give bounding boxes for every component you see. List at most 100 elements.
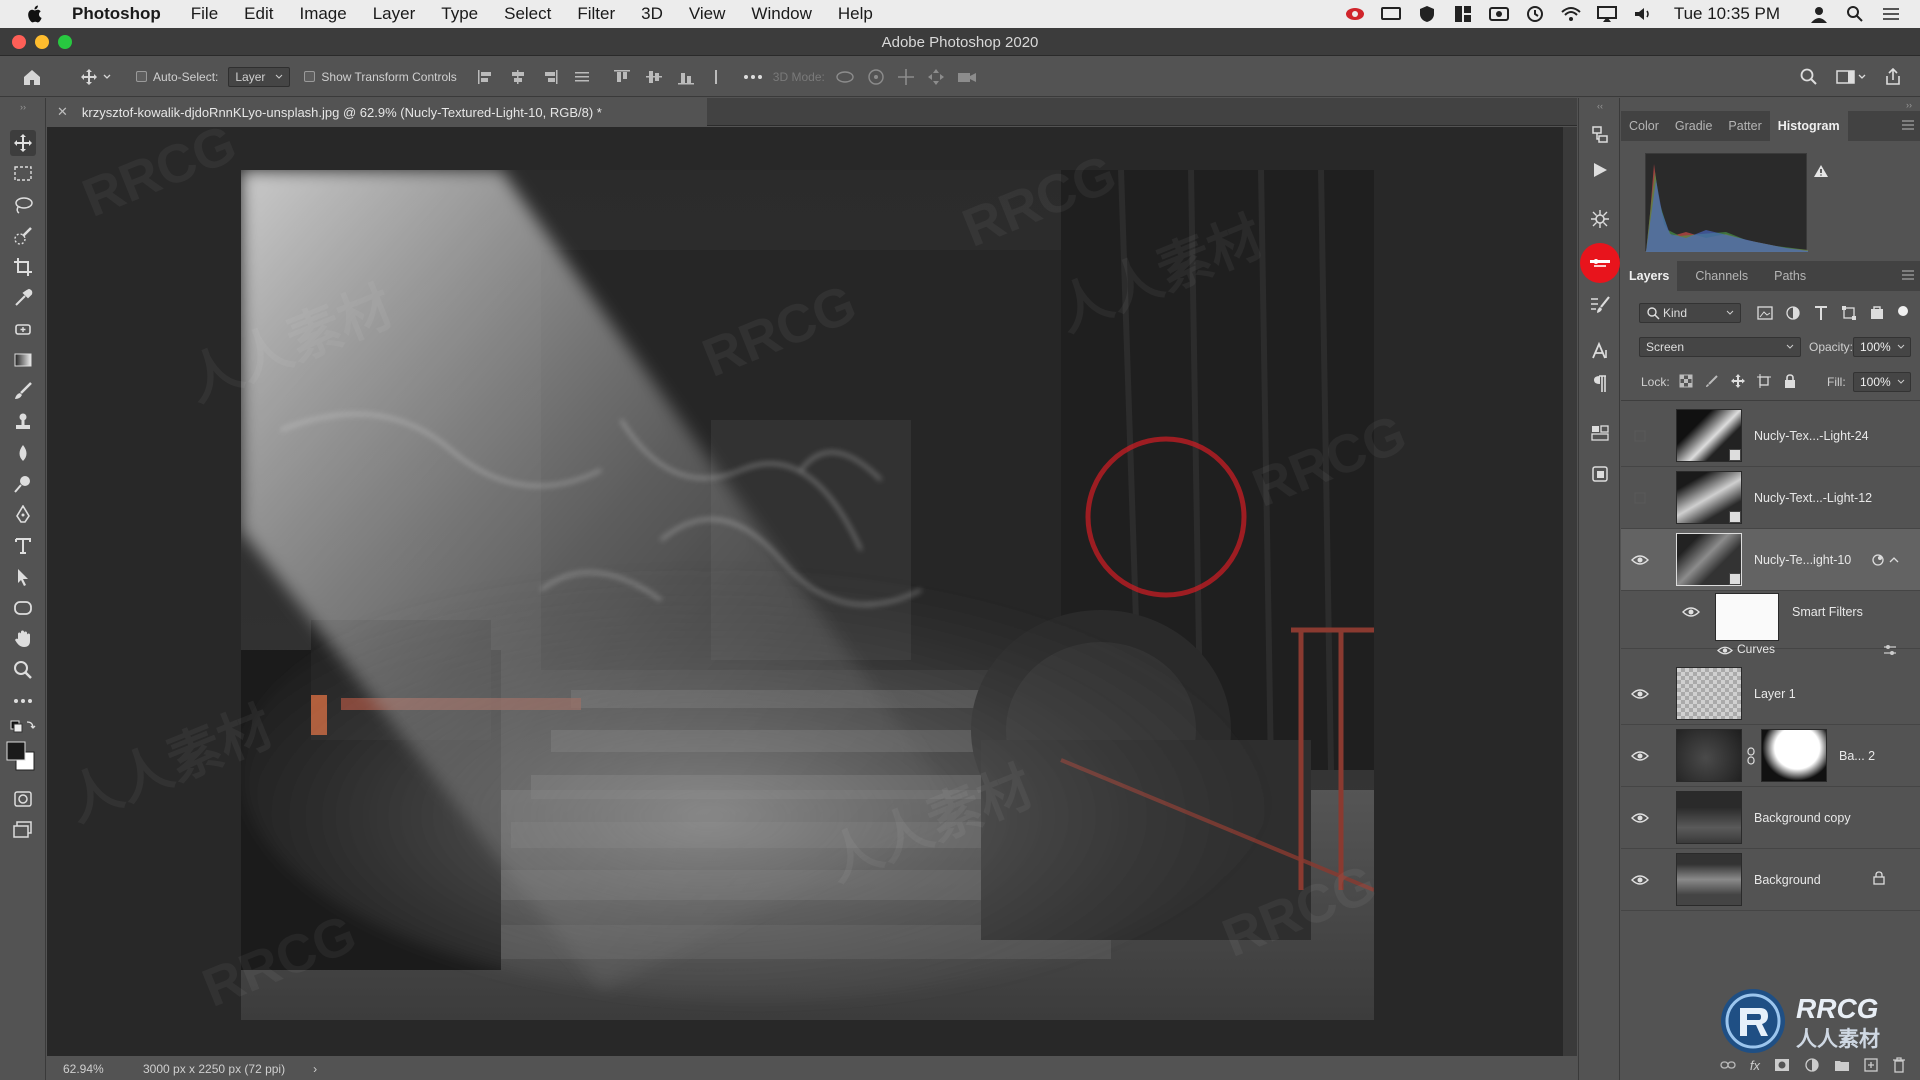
clone-stamp-tool-icon[interactable] xyxy=(10,409,36,435)
show-transform-checkbox[interactable]: Show Transform Controls xyxy=(304,70,457,84)
eye-icon[interactable] xyxy=(1631,749,1649,763)
panel-menu-icon[interactable] xyxy=(1902,120,1914,130)
grid-app-icon[interactable] xyxy=(1452,5,1474,23)
workspace-icon[interactable] xyxy=(1836,69,1866,85)
eye-icon[interactable] xyxy=(1631,553,1649,567)
tab-gradients[interactable]: Gradie xyxy=(1667,111,1721,141)
healing-brush-tool-icon[interactable] xyxy=(10,316,36,342)
status-menu-arrow-icon[interactable]: › xyxy=(313,1062,317,1076)
shield-icon[interactable] xyxy=(1416,5,1438,23)
layer-name[interactable]: Background xyxy=(1754,873,1821,887)
pen-tool-icon[interactable] xyxy=(10,502,36,528)
layer-filter-dropdown[interactable]: Kind xyxy=(1639,303,1741,323)
distribute-icon[interactable] xyxy=(573,69,591,85)
align-right-edges-icon[interactable] xyxy=(541,69,559,85)
chevron-down-icon[interactable] xyxy=(1897,344,1905,350)
dodge-tool-icon[interactable] xyxy=(10,471,36,497)
eye-icon[interactable] xyxy=(1631,687,1649,701)
paragraph-panel-icon[interactable] xyxy=(1587,371,1613,397)
auto-select-dropdown[interactable]: Layer xyxy=(228,66,291,87)
auto-select-checkbox[interactable]: Auto-Select: xyxy=(136,70,218,84)
collapse-toolbar-icon[interactable]: ›› xyxy=(10,102,36,112)
layer-row-selected[interactable]: Nucly-Te...ight-10 xyxy=(1621,529,1920,591)
menu-view[interactable]: View xyxy=(689,4,726,24)
panel-menu-icon[interactable] xyxy=(1902,270,1914,280)
layer-row[interactable]: Background xyxy=(1621,849,1920,911)
menu-layer[interactable]: Layer xyxy=(373,4,416,24)
3d-pan-icon[interactable] xyxy=(897,68,915,86)
fill-field[interactable]: 100% xyxy=(1853,372,1911,392)
eyedropper-tool-icon[interactable] xyxy=(10,285,36,311)
layer-row[interactable]: Background copy xyxy=(1621,787,1920,849)
lock-artboard-icon[interactable] xyxy=(1757,374,1771,388)
edit-toolbar-icon[interactable] xyxy=(10,688,36,714)
tab-color[interactable]: Color xyxy=(1621,111,1667,141)
tab-layers[interactable]: Layers xyxy=(1621,261,1678,291)
collapse-dock-icon[interactable]: ‹‹ xyxy=(1587,100,1613,112)
close-document-icon[interactable]: ✕ xyxy=(57,104,68,120)
distribute-vertical-icon[interactable] xyxy=(709,69,723,85)
adjustments-panel-icon[interactable] xyxy=(1580,243,1620,283)
chevron-down-icon[interactable] xyxy=(1897,379,1905,385)
zoom-tool-icon[interactable] xyxy=(10,657,36,683)
layer-visibility-toggle[interactable] xyxy=(1631,429,1649,443)
display-icon[interactable] xyxy=(1380,5,1402,23)
tab-channels[interactable]: Channels xyxy=(1687,261,1756,291)
share-icon[interactable] xyxy=(1884,67,1902,86)
notification-center-icon[interactable] xyxy=(1880,5,1902,23)
character-panel-icon[interactable] xyxy=(1587,338,1613,364)
move-tool-preset-icon[interactable] xyxy=(72,68,120,86)
tab-paths[interactable]: Paths xyxy=(1766,261,1814,291)
layer-row[interactable]: Nucly-Tex...-Light-24 xyxy=(1621,405,1920,467)
menu-window[interactable]: Window xyxy=(751,4,811,24)
layer-name[interactable]: Ba... 2 xyxy=(1839,749,1875,763)
smart-filter-icon[interactable] xyxy=(1871,553,1885,567)
3d-slide-icon[interactable] xyxy=(927,68,945,86)
menu-clock[interactable]: Tue 10:35 PM xyxy=(1674,4,1780,24)
layer-row[interactable]: Layer 1 xyxy=(1621,663,1920,725)
delete-layer-icon[interactable] xyxy=(1892,1057,1906,1073)
foreground-background-color-icon[interactable] xyxy=(6,740,36,772)
align-top-edges-icon[interactable] xyxy=(613,69,631,85)
new-adjustment-layer-icon[interactable] xyxy=(1804,1057,1820,1073)
libraries-panel-icon[interactable] xyxy=(1587,461,1613,487)
blend-mode-dropdown[interactable]: Screen xyxy=(1639,337,1801,357)
add-mask-icon[interactable] xyxy=(1774,1058,1790,1072)
opacity-field[interactable]: 100% xyxy=(1853,337,1911,357)
layer-mask-thumbnail[interactable] xyxy=(1761,729,1827,782)
layer-thumbnail[interactable] xyxy=(1676,791,1742,844)
layer-thumbnail[interactable] xyxy=(1676,729,1742,782)
filter-blending-options-icon[interactable] xyxy=(1883,644,1897,656)
menu-file[interactable]: File xyxy=(191,4,218,24)
3d-roll-icon[interactable] xyxy=(867,68,885,86)
menu-image[interactable]: Image xyxy=(299,4,346,24)
quick-mask-icon[interactable] xyxy=(10,786,36,812)
menu-3d[interactable]: 3D xyxy=(641,4,663,24)
menu-select[interactable]: Select xyxy=(504,4,551,24)
eye-icon[interactable] xyxy=(1682,605,1700,619)
filter-pixel-icon[interactable] xyxy=(1757,305,1773,321)
user-icon[interactable] xyxy=(1808,5,1830,23)
align-bottom-edges-icon[interactable] xyxy=(677,69,695,85)
screen-mode-icon[interactable] xyxy=(10,817,36,843)
apple-icon[interactable] xyxy=(24,3,46,25)
vertical-scrollbar[interactable] xyxy=(1563,127,1577,1056)
crop-tool-icon[interactable] xyxy=(10,254,36,280)
ellipse-tool-icon[interactable] xyxy=(10,595,36,621)
search-icon[interactable] xyxy=(1800,68,1818,86)
menu-type[interactable]: Type xyxy=(441,4,478,24)
path-selection-tool-icon[interactable] xyxy=(10,564,36,590)
airplay-icon[interactable] xyxy=(1596,5,1618,23)
lasso-tool-icon[interactable] xyxy=(10,192,36,218)
align-horizontal-centers-icon[interactable] xyxy=(509,69,527,85)
link-icon[interactable] xyxy=(1747,747,1755,765)
align-left-edges-icon[interactable] xyxy=(477,69,495,85)
properties-panel-icon[interactable] xyxy=(1587,420,1613,446)
brush-presets-icon[interactable] xyxy=(1587,292,1613,318)
filter-shape-icon[interactable] xyxy=(1841,305,1857,321)
filter-adjustment-icon[interactable] xyxy=(1785,305,1801,321)
lock-position-icon[interactable] xyxy=(1731,374,1745,388)
more-options-icon[interactable] xyxy=(743,74,763,80)
lock-transparent-pixels-icon[interactable] xyxy=(1679,374,1693,388)
history-panel-icon[interactable] xyxy=(1587,122,1613,148)
